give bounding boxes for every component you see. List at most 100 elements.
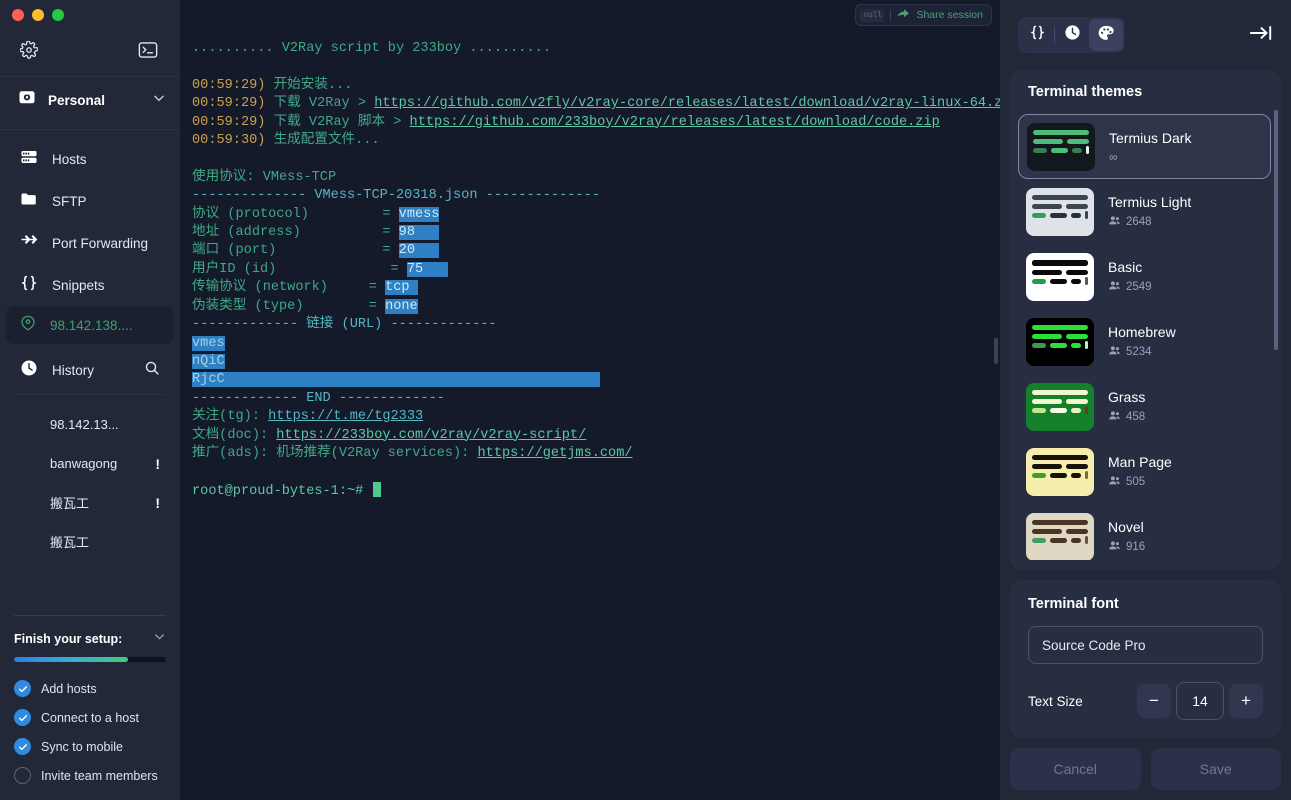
search-icon[interactable] <box>144 360 160 381</box>
terminal-themes-card: Terminal themes Termius Dark ∞ Termius L… <box>1010 70 1281 570</box>
tab-snippets[interactable] <box>1020 19 1054 51</box>
maximize-window-button[interactable] <box>52 9 64 21</box>
text-size-value[interactable]: 14 <box>1176 682 1224 720</box>
terminal-url-fragment: vmes <box>192 335 225 351</box>
check-icon <box>14 738 31 755</box>
sidebar-item-label: Port Forwarding <box>52 235 149 251</box>
theme-item-grass[interactable]: Grass 458 <box>1018 374 1271 439</box>
theme-item-homebrew[interactable]: Homebrew 5234 <box>1018 309 1271 374</box>
footer-label: 文档(doc): <box>192 427 277 443</box>
new-terminal-icon[interactable] <box>138 42 158 58</box>
footer-link[interactable]: https://233boy.com/v2ray/v2ray-script/ <box>276 428 586 443</box>
theme-meta: Termius Dark ∞ <box>1109 130 1191 164</box>
sidebar-item-label: Snippets <box>52 277 105 293</box>
font-family-input[interactable]: Source Code Pro <box>1028 626 1263 664</box>
setup-task-label: Connect to a host <box>41 710 139 725</box>
setup-task-sync[interactable]: Sync to mobile <box>14 732 166 761</box>
right-panel: Terminal themes Termius Dark ∞ Termius L… <box>1000 0 1291 800</box>
history-item-label: 98.142.13... <box>50 417 119 432</box>
terminal-timestamp: 00:59:29) <box>192 96 266 112</box>
history-item-label: banwagong <box>50 456 118 471</box>
footer-label: 关注(tg): <box>192 409 269 425</box>
theme-swatch <box>1026 252 1094 301</box>
workspace-label: Personal <box>48 92 106 108</box>
footer-link[interactable]: https://getjms.com/ <box>478 446 633 461</box>
theme-name: Man Page <box>1108 453 1172 470</box>
sidebar-item-hosts[interactable]: Hosts <box>0 138 180 180</box>
theme-swatch <box>1026 512 1094 560</box>
terminal-output: .......... V2Ray script by 233boy ......… <box>180 0 1000 501</box>
theme-users-count: 916 <box>1126 540 1146 553</box>
close-window-button[interactable] <box>12 9 24 21</box>
list-item[interactable]: 98.142.13... <box>0 405 180 444</box>
setup-task-add-hosts[interactable]: Add hosts <box>14 674 166 703</box>
sidebar-item-active-host[interactable]: 98.142.138.... <box>6 306 174 344</box>
users-icon <box>1108 409 1121 425</box>
theme-swatch <box>1026 447 1094 496</box>
workspace-selector[interactable]: Personal <box>0 77 180 123</box>
theme-users: 2648 <box>1108 214 1191 230</box>
check-icon <box>14 709 31 726</box>
theme-item-man-page[interactable]: Man Page 505 <box>1018 439 1271 504</box>
users-icon <box>1108 214 1121 230</box>
setup-header[interactable]: Finish your setup: <box>14 630 166 648</box>
collapse-panel-button[interactable] <box>1249 23 1273 48</box>
themes-list[interactable]: Termius Dark ∞ Termius Light 2648 Basic … <box>1010 114 1281 560</box>
terminal-url-fragment: RjcC <box>192 372 225 388</box>
setup-task-invite[interactable]: Invite team members <box>14 761 166 790</box>
sidebar-item-label: Hosts <box>52 151 87 167</box>
terminal-scrollbar[interactable] <box>994 338 998 364</box>
theme-name: Termius Dark <box>1109 129 1192 146</box>
terminal-config-header: -------------- VMess-TCP-20318.json ----… <box>192 188 600 204</box>
terminal-pane[interactable]: null Share session .......... V2Ray scri… <box>180 0 1000 800</box>
footer-link[interactable]: https://t.me/tg2333 <box>268 409 423 424</box>
sidebar-item-sftp[interactable]: SFTP <box>0 180 180 222</box>
minimize-window-button[interactable] <box>32 9 44 21</box>
theme-item-novel[interactable]: Novel 916 <box>1018 504 1271 560</box>
check-icon <box>14 680 31 697</box>
list-item[interactable]: banwagong ! <box>0 444 180 483</box>
config-value: 20 <box>398 243 415 259</box>
terminal-link[interactable]: https://github.com/233boy/v2ray/releases… <box>410 115 940 130</box>
font-title: Terminal font <box>1028 596 1119 612</box>
circle-empty-icon <box>14 767 31 784</box>
list-item[interactable]: 搬瓦工 <box>0 522 180 561</box>
sidebar-item-snippets[interactable]: Snippets <box>0 264 180 306</box>
theme-meta: Homebrew 5234 <box>1108 324 1176 360</box>
decrease-text-size-button[interactable]: − <box>1137 684 1171 718</box>
sidebar-item-history[interactable]: History <box>0 348 180 392</box>
theme-item-termius-light[interactable]: Termius Light 2648 <box>1018 179 1271 244</box>
sidebar-item-port-forwarding[interactable]: Port Forwarding <box>0 222 180 264</box>
gear-icon[interactable] <box>20 41 38 59</box>
themes-scrollbar[interactable] <box>1274 110 1278 350</box>
list-item[interactable]: 搬瓦工 ! <box>0 483 180 522</box>
terminal-link[interactable]: https://github.com/v2fly/v2ray-core/rele… <box>374 96 1000 111</box>
theme-users-count: 5234 <box>1126 345 1152 358</box>
text-size-row: Text Size − 14 + <box>1028 682 1263 720</box>
theme-users-count: 458 <box>1126 410 1146 423</box>
tab-themes[interactable] <box>1089 19 1123 51</box>
config-value: vmess <box>398 206 440 222</box>
theme-users-count: 2549 <box>1126 280 1152 293</box>
setup-task-connect[interactable]: Connect to a host <box>14 703 166 732</box>
theme-users: 916 <box>1108 539 1145 555</box>
tab-history[interactable] <box>1055 19 1089 51</box>
increase-text-size-button[interactable]: + <box>1229 684 1263 718</box>
chevron-down-icon[interactable] <box>153 630 166 648</box>
folder-icon <box>20 190 38 213</box>
cancel-button[interactable]: Cancel <box>1010 748 1141 790</box>
users-icon <box>1108 474 1121 490</box>
arrows-icon <box>20 232 38 255</box>
setup-progress-fill <box>14 657 128 662</box>
terminal-end-line: ------------- END ------------- <box>192 390 445 406</box>
save-button[interactable]: Save <box>1150 748 1281 790</box>
theme-item-basic[interactable]: Basic 2549 <box>1018 244 1271 309</box>
setup-task-label: Add hosts <box>41 681 97 696</box>
text-size-label: Text Size <box>1028 693 1083 709</box>
theme-swatch <box>1026 187 1094 236</box>
chevron-down-icon[interactable] <box>152 91 166 110</box>
theme-users: ∞ <box>1109 150 1191 164</box>
share-divider <box>890 9 892 21</box>
share-session-button[interactable]: null Share session <box>855 4 992 26</box>
theme-item-termius-dark[interactable]: Termius Dark ∞ <box>1018 114 1271 179</box>
